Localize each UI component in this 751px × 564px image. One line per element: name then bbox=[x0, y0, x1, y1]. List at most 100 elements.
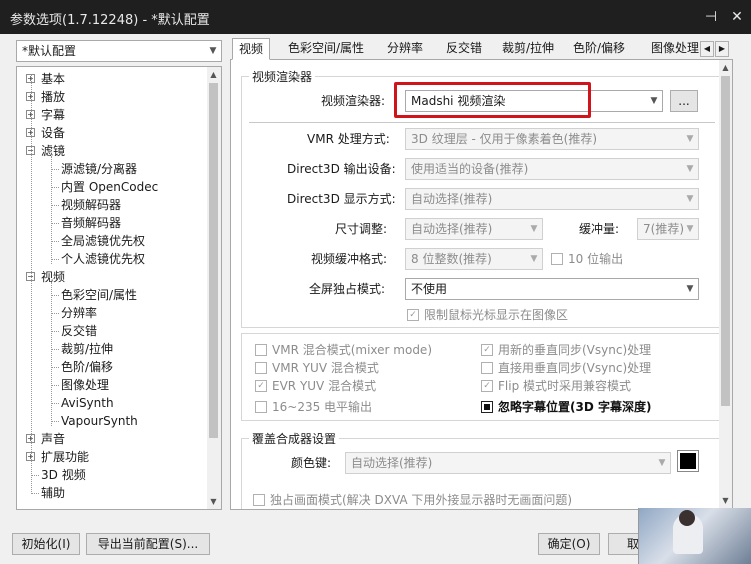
tree-item[interactable]: 源滤镜/分离器 bbox=[61, 160, 137, 178]
resize-value: 自动选择(推荐) bbox=[411, 222, 493, 236]
tree-item[interactable]: 3D 视频 bbox=[41, 466, 86, 484]
ten-bit-checkbox[interactable]: 10 位输出 bbox=[551, 251, 623, 267]
limit-cursor-label: 限制鼠标光标显示在图像区 bbox=[424, 308, 569, 322]
buffer-select[interactable]: 7(推荐) ▼ bbox=[637, 218, 699, 240]
new-vsync-checkbox[interactable]: ✓ 用新的垂直同步(Vsync)处理 bbox=[481, 342, 651, 358]
tab-3[interactable]: 反交错 bbox=[440, 38, 488, 60]
init-button[interactable]: 初始化(I) bbox=[12, 533, 80, 555]
export-config-button[interactable]: 导出当前配置(S)... bbox=[86, 533, 210, 555]
tree-item-label: 声音 bbox=[41, 432, 66, 446]
tree-item[interactable]: 色彩空间/属性 bbox=[61, 286, 137, 304]
ignore-subtitle-checkbox[interactable]: 忽略字幕位置(3D 字幕深度) bbox=[481, 399, 651, 415]
exclusive-mode-checkbox[interactable]: 独占画面模式(解决 DXVA 下用外接显示器时无画面问题) bbox=[253, 492, 572, 508]
tree-item-label: 反交错 bbox=[61, 324, 98, 338]
tab-scroll-left-icon[interactable]: ◀ bbox=[700, 41, 714, 57]
tree-item[interactable]: 图像处理 bbox=[61, 376, 109, 394]
tree-item[interactable]: 裁剪/拉伸 bbox=[61, 340, 113, 358]
tree-connector bbox=[51, 403, 59, 404]
video-renderer-group-title: 视频渲染器 bbox=[249, 69, 316, 85]
chevron-down-icon: ▼ bbox=[209, 46, 217, 56]
color-key-swatch[interactable] bbox=[677, 450, 699, 472]
tree-item[interactable]: 视频解码器 bbox=[61, 196, 121, 214]
fullscreen-value: 不使用 bbox=[411, 282, 448, 296]
vmr-mode-select[interactable]: 3D 纹理层 - 仅用于像素着色(推荐) ▼ bbox=[405, 128, 699, 150]
tree-item[interactable]: 分辨率 bbox=[61, 304, 97, 322]
tree-item[interactable]: 内置 OpenCodec bbox=[61, 178, 158, 196]
tab-5[interactable]: 色阶/偏移 bbox=[567, 38, 631, 60]
tab-0[interactable]: 视频 bbox=[232, 38, 271, 60]
range-16-235-label: 16~235 电平输出 bbox=[272, 400, 373, 414]
scrollbar-thumb[interactable] bbox=[209, 83, 218, 438]
highlight-box bbox=[394, 82, 591, 118]
title-bar: 参数选项(1.7.12248) - *默认配置 ⊣ ✕ bbox=[0, 0, 751, 34]
profile-select[interactable]: *默认配置 ▼ bbox=[16, 40, 222, 62]
scroll-up-icon[interactable]: ▲ bbox=[719, 61, 732, 74]
d3d-display-label: Direct3D 显示方式: bbox=[287, 192, 396, 206]
check-icon: ✓ bbox=[481, 344, 493, 356]
tree-item[interactable]: 音频解码器 bbox=[61, 214, 121, 232]
check-icon: ✓ bbox=[481, 380, 493, 392]
tree-item[interactable]: 辅助 bbox=[41, 484, 65, 502]
tab-6[interactable]: 图像处理 bbox=[645, 38, 699, 60]
tree-item[interactable]: 色阶/偏移 bbox=[61, 358, 113, 376]
tree-item[interactable]: 个人滤镜优先权 bbox=[61, 250, 145, 268]
chevron-down-icon: ▼ bbox=[686, 134, 694, 144]
tree-item[interactable]: 播放 bbox=[41, 88, 65, 106]
direct-vsync-checkbox[interactable]: 直接用垂直同步(Vsync)处理 bbox=[481, 360, 651, 376]
tree-item[interactable]: 基本 bbox=[41, 70, 65, 88]
tree-item[interactable]: 全局滤镜优先权 bbox=[61, 232, 145, 250]
vmr-mixer-checkbox[interactable]: VMR 混合模式(mixer mode) bbox=[255, 342, 432, 358]
flip-mode-label: Flip 模式时采用兼容模式 bbox=[498, 379, 632, 393]
d3d-display-select[interactable]: 自动选择(推荐) ▼ bbox=[405, 188, 699, 210]
ok-button[interactable]: 确定(O) bbox=[538, 533, 600, 555]
tab-4[interactable]: 裁剪/拉伸 bbox=[496, 38, 560, 60]
tree-item-label: 视频 bbox=[41, 270, 66, 284]
tab-2[interactable]: 分辨率 bbox=[381, 38, 429, 60]
tree-item[interactable]: 扩展功能 bbox=[41, 448, 89, 466]
tree-guide bbox=[51, 282, 52, 426]
d3d-device-select[interactable]: 使用适当的设备(推荐) ▼ bbox=[405, 158, 699, 180]
tree-item[interactable]: VapourSynth bbox=[61, 412, 138, 430]
color-key-select[interactable]: 自动选择(推荐) ▼ bbox=[345, 452, 671, 474]
buffer-format-select[interactable]: 8 位整数(推荐) ▼ bbox=[405, 248, 543, 270]
page-scrollbar[interactable]: ▲ ▼ bbox=[719, 60, 732, 509]
tree-item[interactable]: 反交错 bbox=[61, 322, 97, 340]
tab-scroll-right-icon[interactable]: ▶ bbox=[715, 41, 729, 57]
close-icon[interactable]: ✕ bbox=[726, 6, 748, 28]
buffer-value: 7(推荐) bbox=[643, 222, 684, 236]
tree-item[interactable]: 滤镜 bbox=[41, 142, 65, 160]
chevron-down-icon: ▼ bbox=[686, 224, 694, 234]
limit-cursor-checkbox[interactable]: ✓ 限制鼠标光标显示在图像区 bbox=[407, 307, 568, 323]
tree-item-label: 个人滤镜优先权 bbox=[61, 252, 146, 266]
renderer-settings-button[interactable]: ... bbox=[670, 90, 698, 112]
window-title: 参数选项(1.7.12248) - *默认配置 bbox=[10, 13, 210, 28]
flip-mode-checkbox[interactable]: ✓ Flip 模式时采用兼容模式 bbox=[481, 378, 631, 394]
profile-select-value: *默认配置 bbox=[22, 44, 77, 58]
resize-select[interactable]: 自动选择(推荐) ▼ bbox=[405, 218, 543, 240]
evr-yuv-checkbox[interactable]: ✓ EVR YUV 混合模式 bbox=[255, 378, 376, 394]
tree-item[interactable]: 设备 bbox=[41, 124, 65, 142]
tree-item[interactable]: 视频 bbox=[41, 268, 65, 286]
fullscreen-select[interactable]: 不使用 ▼ bbox=[405, 278, 699, 300]
tree-connector bbox=[51, 205, 59, 206]
pin-icon[interactable]: ⊣ bbox=[700, 6, 722, 28]
d3d-device-value: 使用适当的设备(推荐) bbox=[411, 162, 529, 176]
tree-item-label: 播放 bbox=[41, 90, 66, 104]
tree-scrollbar[interactable]: ▲ ▼ bbox=[207, 67, 221, 509]
tree-connector bbox=[51, 331, 59, 332]
tree-item-label: 全局滤镜优先权 bbox=[61, 234, 146, 248]
tree-item[interactable]: 声音 bbox=[41, 430, 65, 448]
scroll-up-icon[interactable]: ▲ bbox=[207, 68, 220, 81]
tree-connector bbox=[51, 223, 59, 224]
figure-head bbox=[679, 510, 695, 526]
scroll-down-icon[interactable]: ▼ bbox=[207, 495, 220, 508]
range-16-235-checkbox[interactable]: 16~235 电平输出 bbox=[255, 399, 372, 415]
vmr-yuv-checkbox[interactable]: VMR YUV 混合模式 bbox=[255, 360, 379, 376]
tab-1[interactable]: 色彩空间/属性 bbox=[282, 38, 370, 60]
tree-item-label: 源滤镜/分离器 bbox=[61, 162, 138, 176]
scrollbar-thumb[interactable] bbox=[721, 76, 730, 406]
scroll-down-icon[interactable]: ▼ bbox=[719, 494, 732, 507]
tree-item-label: 色阶/偏移 bbox=[61, 360, 114, 374]
tree-item[interactable]: AviSynth bbox=[61, 394, 114, 412]
tree-item[interactable]: 字幕 bbox=[41, 106, 65, 124]
